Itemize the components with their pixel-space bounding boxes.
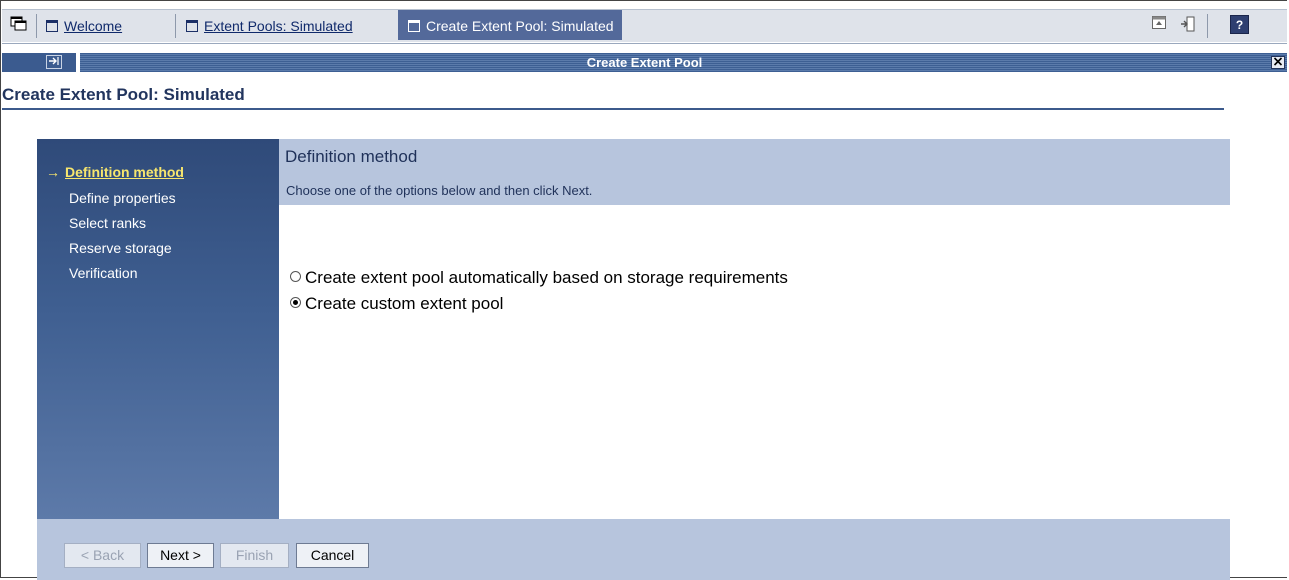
help-icon[interactable]: ? [1230,15,1249,34]
wizard-step-label: Definition method [65,164,184,180]
tab-separator [1207,14,1208,38]
wizard-step-verification: Verification [69,265,138,281]
option-label: Create extent pool automatically based o… [305,268,788,287]
window-icon [186,20,198,32]
tab-strip: Welcome Extent Pools: Simulated Create E… [2,9,1287,42]
wizard-content: Create extent pool automatically based o… [279,205,1230,519]
tab-label: Welcome [64,18,123,34]
wizard: → Definition method Define properties Sel… [37,139,1230,580]
wizard-step-heading: Definition method [285,147,418,166]
option-automatic[interactable]: Create extent pool automatically based o… [290,268,788,288]
next-button[interactable]: Next > [147,543,214,568]
logout-icon[interactable] [1179,16,1197,34]
back-button[interactable]: < Back [64,543,141,568]
portlet-title: Create Extent Pool [586,55,703,70]
wizard-step-reserve-storage: Reserve storage [69,240,172,256]
current-step-arrow-icon: → [46,164,60,180]
wizard-step-nav: → Definition method Define properties Sel… [37,139,279,519]
windows-icon[interactable] [8,16,30,36]
tab-extent-pools-simulated[interactable]: Extent Pools: Simulated [186,14,353,38]
tab-create-extent-pool-simulated[interactable]: Create Extent Pool: Simulated [398,10,622,40]
tab-separator [36,14,37,38]
tab-label: Extent Pools: Simulated [204,18,353,34]
wizard-footer: < Back Next > Finish Cancel [37,519,1230,580]
option-label: Create custom extent pool [305,294,504,313]
close-icon[interactable] [1271,56,1285,69]
tab-separator [175,14,176,38]
tab-bar: Welcome Extent Pools: Simulated Create E… [2,5,1287,44]
portlet-title-bar: Create Extent Pool [2,53,1287,72]
wizard-step-definition-method[interactable]: → Definition method [46,164,184,180]
radio-button-selected[interactable] [290,297,301,308]
option-custom[interactable]: Create custom extent pool [290,294,503,314]
wizard-instructions: Choose one of the options below and then… [286,183,593,198]
wizard-step-select-ranks: Select ranks [69,215,147,231]
title-underline [2,108,1224,110]
radio-button[interactable] [290,271,301,282]
window-icon [46,20,58,32]
window-icon [408,20,420,32]
wizard-header: Definition method Choose one of the opti… [279,139,1230,205]
wizard-step-define-properties: Define properties [69,190,176,206]
page-title: Create Extent Pool: Simulated [2,85,245,104]
cancel-button[interactable]: Cancel [296,543,369,568]
tab-label: Create Extent Pool: Simulated [426,18,614,34]
finish-button[interactable]: Finish [220,543,289,568]
tab-welcome[interactable]: Welcome [46,14,122,38]
properties-icon[interactable] [1150,16,1168,34]
